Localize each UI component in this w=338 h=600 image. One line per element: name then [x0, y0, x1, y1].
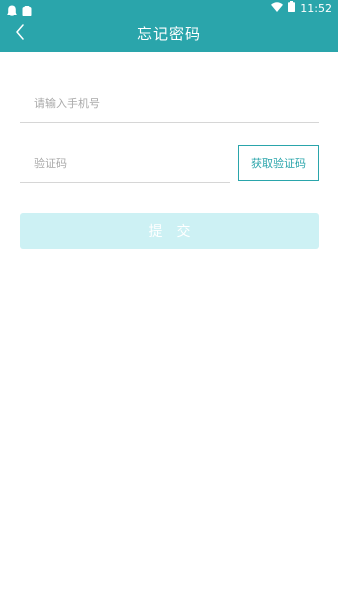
get-code-button[interactable]: 获取验证码: [238, 145, 319, 181]
wifi-icon: [271, 1, 284, 16]
clock: 11:52: [300, 1, 332, 15]
code-field: [20, 144, 230, 183]
status-right: 11:52: [271, 1, 332, 16]
app-bar: 忘记密码: [0, 16, 338, 52]
page-title: 忘记密码: [136, 25, 201, 43]
back-button[interactable]: [6, 20, 34, 48]
battery-icon: [288, 1, 296, 16]
chevron-left-icon: [15, 24, 25, 44]
status-bar: 11:52: [0, 0, 338, 17]
verification-code-input[interactable]: [20, 144, 230, 182]
phone-input[interactable]: [20, 84, 319, 122]
phone-field: [20, 84, 319, 123]
submit-button[interactable]: 提交: [20, 213, 319, 249]
